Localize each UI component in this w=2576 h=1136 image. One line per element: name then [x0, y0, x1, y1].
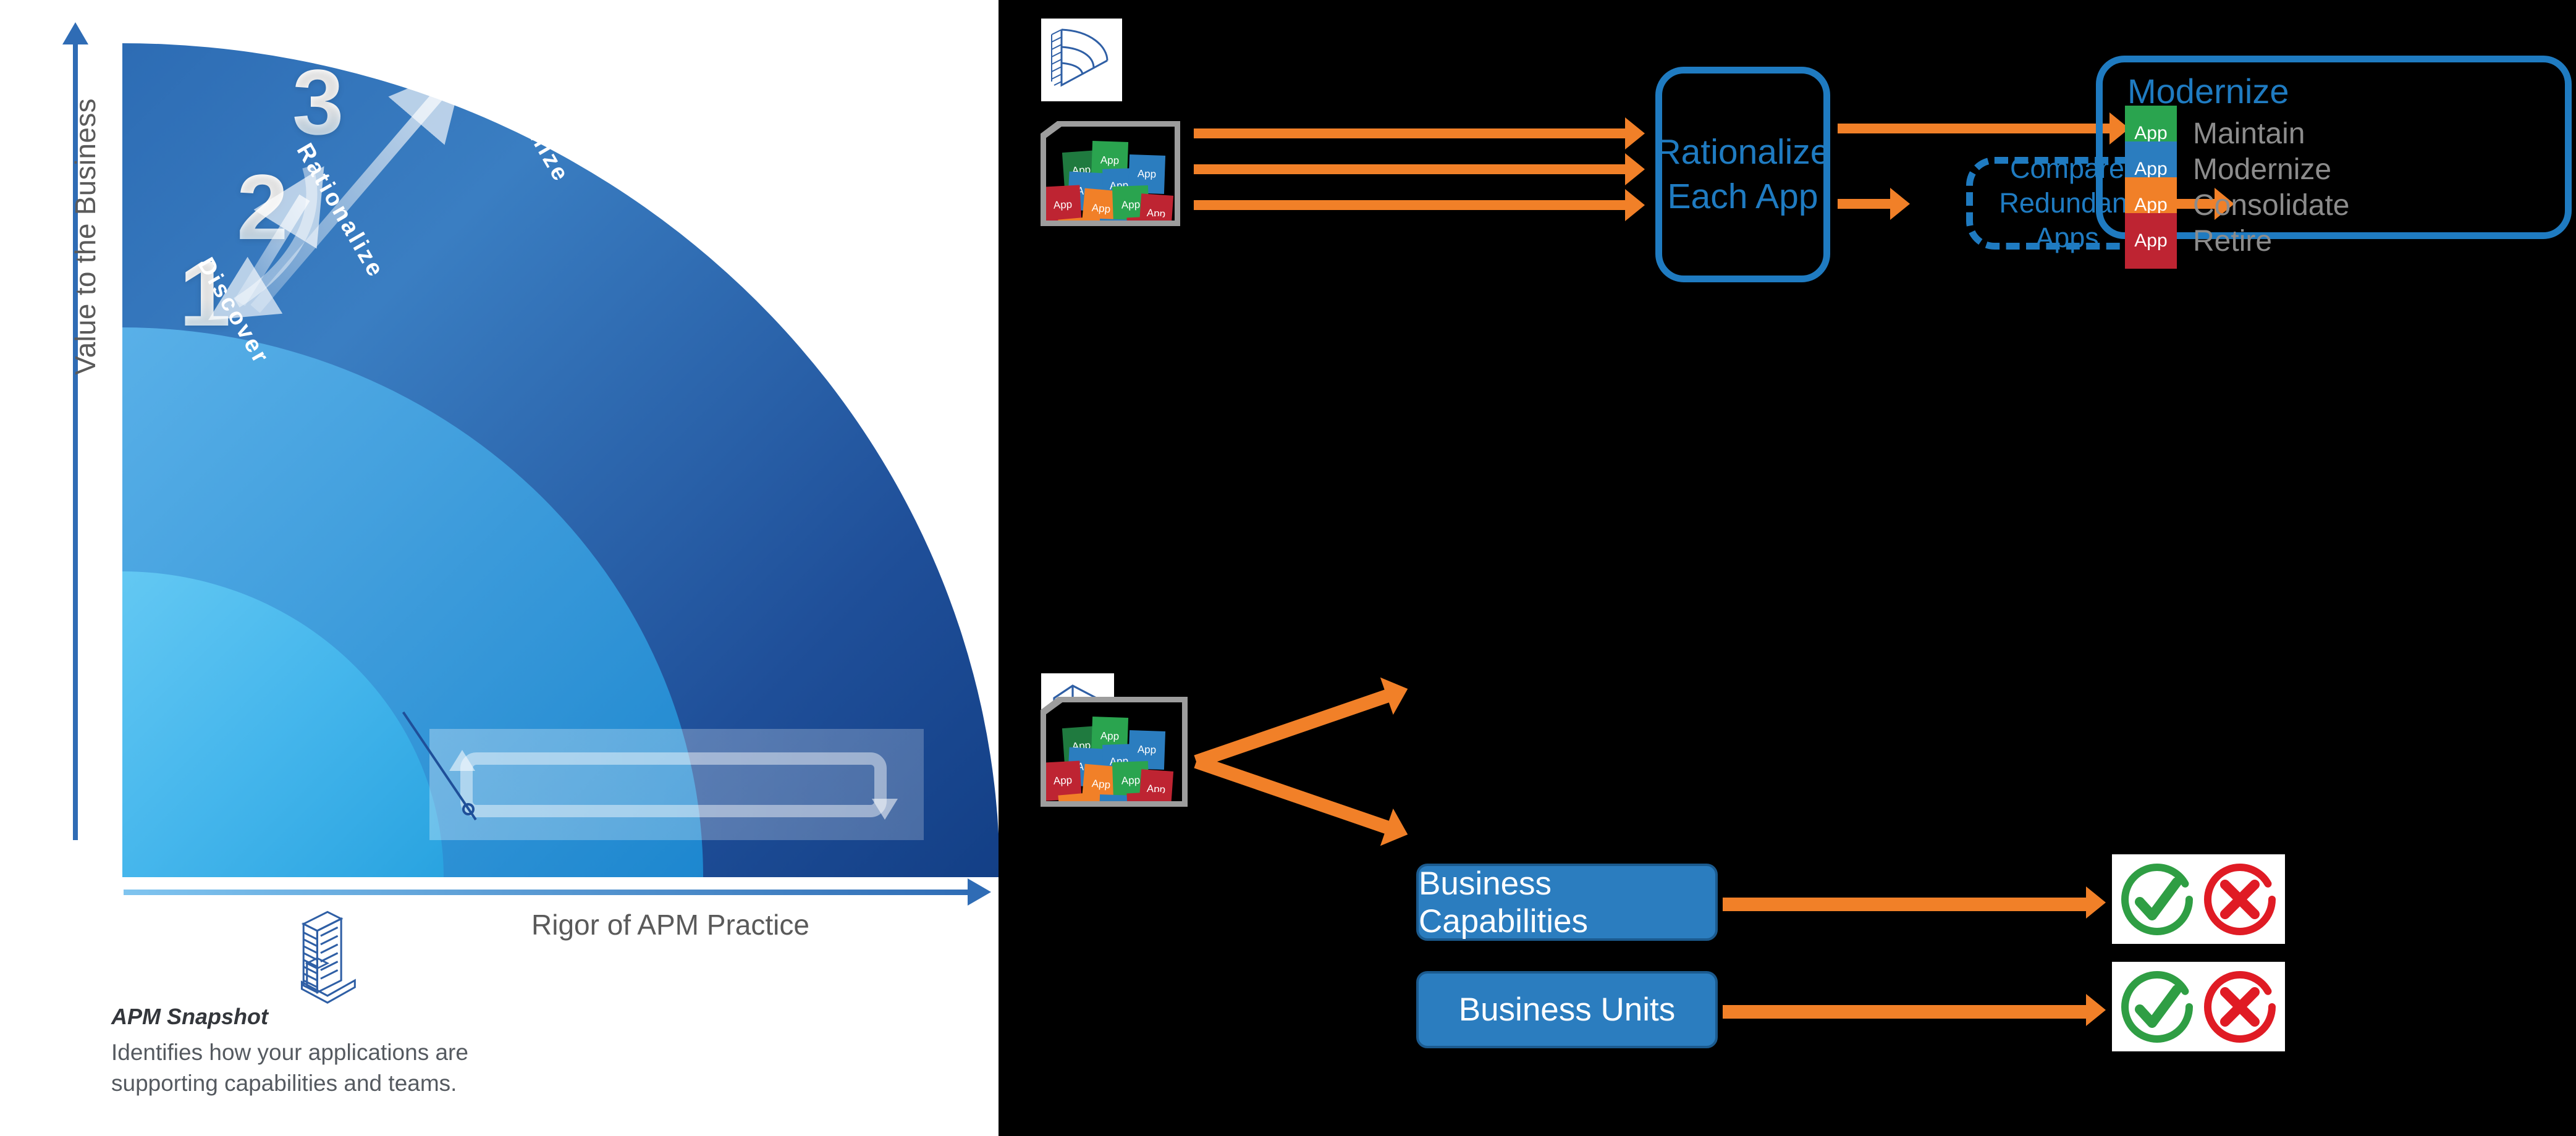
app-tile: App [1120, 271, 1159, 312]
business-units-button[interactable]: Business Units [1416, 971, 1718, 1048]
arrow-units-to-marks [1723, 994, 2106, 1026]
capabilities-coverage-marks [2112, 854, 2285, 944]
buildings-isometric-icon [300, 911, 356, 1004]
arrow-rationalize-to-compare [1838, 188, 1910, 220]
app-tile: App [1071, 298, 1109, 338]
apm-snapshot-callout: APM Snapshot Identifies how your applica… [111, 1004, 544, 1099]
outcome-label-retire: Retire [2193, 224, 2273, 258]
business-capabilities-button[interactable]: Business Capabilities [1416, 864, 1718, 941]
page-root: Value to the Business 1 2 3 Discover Rat… [0, 0, 2576, 1136]
continuous-loop-block [429, 729, 924, 840]
app-tile: App [1126, 791, 1165, 801]
app-tile: App [1099, 869, 1138, 910]
app-tile: App [1138, 235, 1172, 276]
app-tile: App [1110, 243, 1148, 284]
x-axis-label: Rigor of APM Practice [531, 909, 809, 941]
app-tile: App [1064, 850, 1101, 890]
app-tile: App [1058, 792, 1097, 801]
rationalize-each-app-label: Rationalize Each App [1655, 132, 1830, 216]
check-mark-icon [2121, 970, 2193, 1043]
arrow-rationalize-to-modernize [1838, 112, 2129, 145]
apm-snapshot-title: APM Snapshot [111, 1004, 269, 1029]
arrow-apps-to-capabilities [1194, 689, 1391, 768]
stage-number-2: 2 [237, 155, 289, 259]
application-portfolio-stack-bottom[interactable]: App App App App App App App App App App App App App A… [1041, 697, 1188, 807]
stack-inner: App App App App App App App App App App App App App A… [1046, 702, 1182, 801]
check-mark-icon [2121, 863, 2193, 935]
app-tile: App [1092, 269, 1130, 309]
app-tile: App [1144, 849, 1178, 886]
cross-mark-icon [2204, 863, 2276, 935]
rigor-axis-arrow [124, 878, 991, 906]
app-tile: App [1138, 811, 1172, 851]
apm-maturity-quadrant-panel: Value to the Business 1 2 3 Discover Rat… [0, 0, 1000, 1136]
rationalization-flow-panel: App App App App App App App App App App App App App A… [999, 0, 2576, 1136]
continuous-loop-arrow-icon [449, 750, 898, 820]
app-tile: App [1126, 867, 1159, 904]
outcome-row-retire[interactable]: App Retire [2125, 213, 2272, 269]
outcome-chip-retire: App [2125, 213, 2177, 269]
app-tile: App [1144, 273, 1178, 311]
app-tile: App [1064, 274, 1101, 314]
app-tile: App [1043, 867, 1080, 907]
app-tile: App [1043, 292, 1080, 331]
business-capabilities-label: Business Capabilities [1419, 865, 1588, 940]
app-tile: App [1099, 293, 1138, 334]
app-tile: App [1138, 193, 1174, 221]
apm-snapshot-body: Identifies how your applications are sup… [111, 1040, 468, 1096]
stack-inner: App App App App App App App App App App App App App A… [1046, 127, 1175, 221]
y-axis-label: Value to the Business [69, 98, 101, 375]
arrow-apps-to-rationalize-2 [1194, 153, 1645, 185]
app-tile: App [1083, 824, 1120, 864]
app-tile: App [1071, 873, 1109, 914]
app-tile: App [1083, 248, 1120, 288]
arrow-apps-to-rationalize-1 [1194, 117, 1645, 149]
business-units-label: Business Units [1458, 991, 1676, 1028]
rationalize-each-app-box[interactable]: Rationalize Each App [1655, 67, 1830, 282]
app-tile: App [1110, 819, 1148, 859]
radial-arc-chart-icon [1041, 19, 1122, 101]
units-coverage-marks [2112, 962, 2285, 1051]
modernize-outcomes-panel: Modernize App Maintain App Modernize App… [2096, 56, 2572, 269]
stage-number-3: 3 [292, 50, 344, 154]
application-portfolio-stack-top[interactable]: App App App App App App App App App App App App App A… [1041, 121, 1180, 226]
app-tile: App [1126, 292, 1159, 329]
app-tile: App [1054, 822, 1092, 863]
app-tile: App [1092, 845, 1130, 885]
maturity-arcs: 1 2 3 Discover Rationalize Modernize [122, 43, 1000, 877]
cross-mark-icon [2204, 970, 2276, 1043]
arrow-capabilities-to-marks [1723, 886, 2106, 919]
arrow-apps-to-rationalize-3 [1194, 189, 1645, 221]
app-tile: App [1054, 246, 1092, 287]
arrow-apps-to-units [1194, 755, 1391, 835]
app-tile: App [1120, 847, 1159, 888]
